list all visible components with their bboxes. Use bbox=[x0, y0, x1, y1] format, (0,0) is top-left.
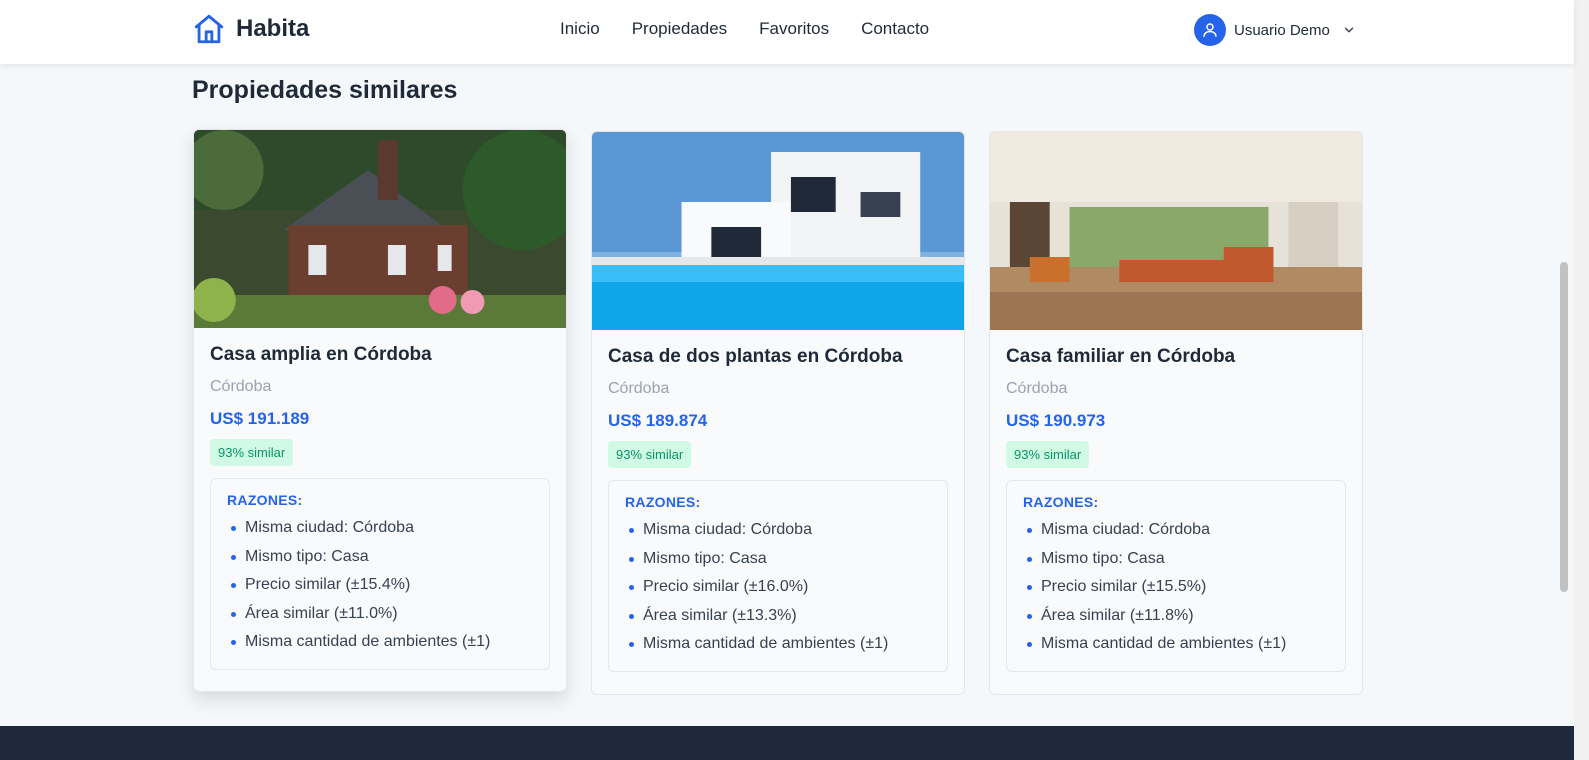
chevron-down-icon bbox=[1344, 27, 1354, 33]
property-title[interactable]: Casa amplia en Córdoba bbox=[210, 344, 550, 366]
reasons-list: Misma ciudad: Córdoba Mismo tipo: Casa P… bbox=[1023, 516, 1329, 659]
reason-item: Mismo tipo: Casa bbox=[625, 545, 931, 574]
similarity-badge: 93% similar bbox=[1006, 441, 1090, 468]
property-title[interactable]: Casa familiar en Córdoba bbox=[1006, 346, 1346, 368]
reason-item: Misma cantidad de ambientes (±1) bbox=[227, 628, 533, 657]
reasons-box: RAZONES: Misma ciudad: Córdoba Mismo tip… bbox=[1006, 480, 1346, 672]
property-image bbox=[194, 130, 566, 328]
scrollbar-thumb[interactable] bbox=[1560, 262, 1568, 592]
main-nav: Inicio Propiedades Favoritos Contacto bbox=[560, 19, 929, 39]
home-icon bbox=[194, 14, 224, 44]
brand-logo[interactable]: Habita bbox=[192, 12, 309, 46]
nav-link-contacto[interactable]: Contacto bbox=[861, 19, 929, 39]
scrollbar-track[interactable] bbox=[1574, 0, 1589, 760]
property-city: Córdoba bbox=[210, 378, 272, 395]
property-city: Córdoba bbox=[1006, 380, 1068, 397]
nav-link-inicio[interactable]: Inicio bbox=[560, 19, 600, 39]
reasons-title: RAZONES: bbox=[227, 492, 303, 508]
reason-item: Área similar (±13.3%) bbox=[625, 602, 931, 631]
reasons-box: RAZONES: Misma ciudad: Córdoba Mismo tip… bbox=[608, 480, 948, 672]
reason-item: Área similar (±11.0%) bbox=[227, 600, 533, 629]
user-name: Usuario Demo bbox=[1234, 21, 1330, 39]
reasons-list: Misma ciudad: Córdoba Mismo tipo: Casa P… bbox=[625, 516, 931, 659]
similarity-badge: 93% similar bbox=[210, 439, 294, 466]
property-city: Córdoba bbox=[608, 380, 670, 397]
reason-item: Mismo tipo: Casa bbox=[1023, 545, 1329, 574]
reason-item: Misma cantidad de ambientes (±1) bbox=[1023, 630, 1329, 659]
property-price: US$ 189.874 bbox=[608, 411, 708, 430]
property-image bbox=[592, 132, 964, 330]
similarity-badge: 93% similar bbox=[608, 441, 692, 468]
reason-item: Misma ciudad: Córdoba bbox=[625, 516, 931, 545]
reasons-title: RAZONES: bbox=[625, 494, 701, 510]
reason-item: Misma ciudad: Córdoba bbox=[227, 514, 533, 543]
nav-link-propiedades[interactable]: Propiedades bbox=[632, 19, 727, 39]
property-card[interactable]: Casa de dos plantas en Córdoba Córdoba U… bbox=[591, 131, 965, 695]
property-price: US$ 190.973 bbox=[1006, 411, 1106, 430]
top-navbar: Habita Inicio Propiedades Favoritos Cont… bbox=[0, 0, 1574, 64]
property-card[interactable]: Casa familiar en Córdoba Córdoba US$ 190… bbox=[989, 131, 1363, 695]
property-card[interactable]: Casa amplia en Córdoba Córdoba US$ 191.1… bbox=[193, 129, 567, 692]
property-image bbox=[990, 132, 1362, 330]
reasons-title: RAZONES: bbox=[1023, 494, 1099, 510]
reason-item: Misma ciudad: Córdoba bbox=[1023, 516, 1329, 545]
reason-item: Área similar (±11.8%) bbox=[1023, 602, 1329, 631]
reasons-box: RAZONES: Misma ciudad: Córdoba Mismo tip… bbox=[210, 478, 550, 670]
footer bbox=[0, 726, 1574, 760]
user-icon bbox=[1203, 23, 1217, 37]
reason-item: Precio similar (±15.4%) bbox=[227, 571, 533, 600]
user-menu[interactable]: Usuario Demo bbox=[1194, 14, 1356, 46]
property-price: US$ 191.189 bbox=[210, 409, 310, 428]
section-title: Propiedades similares bbox=[192, 76, 458, 104]
reason-item: Misma cantidad de ambientes (±1) bbox=[625, 630, 931, 659]
nav-link-favoritos[interactable]: Favoritos bbox=[759, 19, 829, 39]
reason-item: Mismo tipo: Casa bbox=[227, 543, 533, 572]
reason-item: Precio similar (±16.0%) bbox=[625, 573, 931, 602]
avatar bbox=[1194, 14, 1226, 46]
reason-item: Precio similar (±15.5%) bbox=[1023, 573, 1329, 602]
property-title[interactable]: Casa de dos plantas en Córdoba bbox=[608, 346, 948, 368]
brand-name: Habita bbox=[236, 15, 310, 42]
reasons-list: Misma ciudad: Córdoba Mismo tipo: Casa P… bbox=[227, 514, 533, 657]
